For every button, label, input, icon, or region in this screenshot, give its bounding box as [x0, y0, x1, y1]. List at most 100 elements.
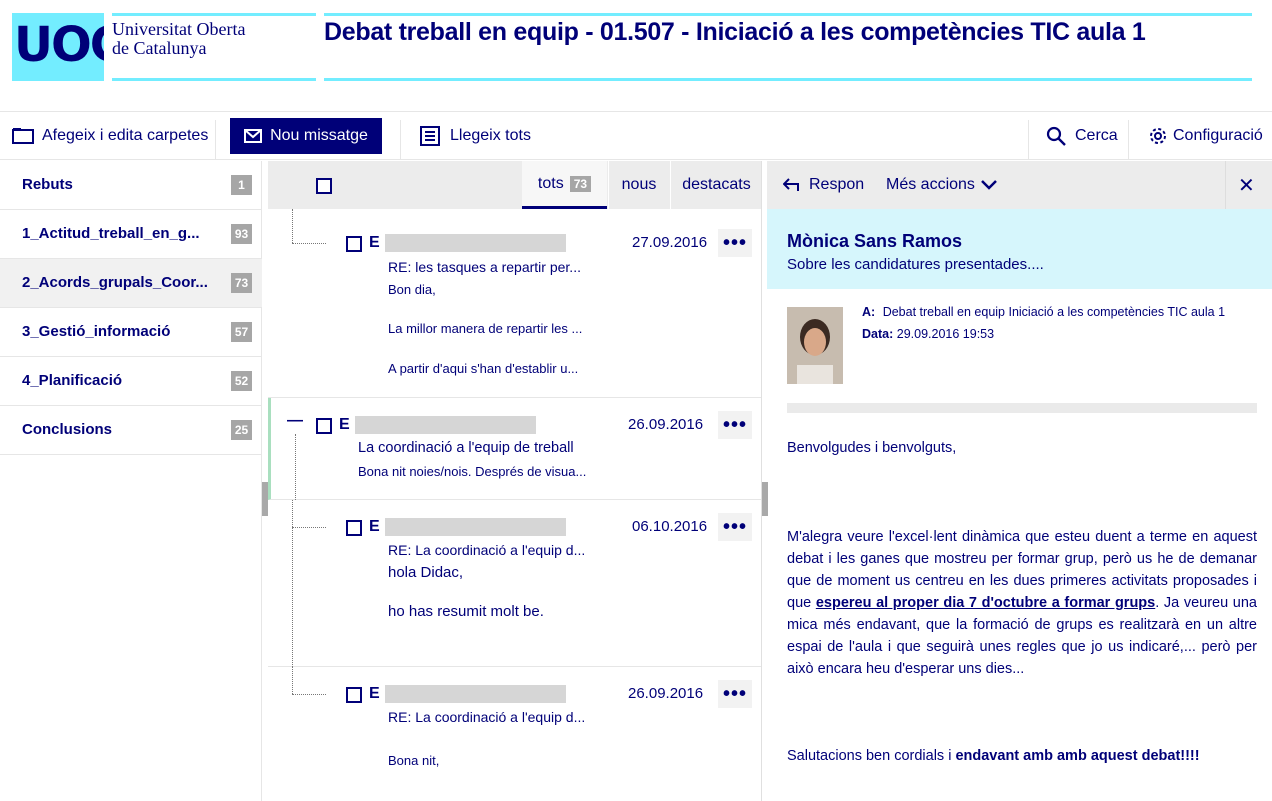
closing-bold-text: endavant amb amb aquest debat!!!! [955, 748, 1200, 764]
message-date: 27.09.2016 [632, 234, 708, 251]
settings-label: Configuració [1173, 127, 1263, 144]
message-item[interactable]: E 27.09.2016 ••• RE: les tasques a repar… [268, 209, 761, 398]
to-value: Debat treball en equip Iniciació a les c… [882, 305, 1226, 319]
message-date: 26.09.2016 [628, 685, 704, 702]
header-accent-line [324, 78, 1252, 81]
message-list-pane: tots 73 nous destacats E 27.09.2016 ••• … [268, 161, 762, 801]
message-more-button[interactable]: ••• [718, 411, 752, 439]
folder-item-rebuts[interactable]: Rebuts 1 [0, 161, 262, 210]
close-icon: ✕ [1238, 174, 1255, 197]
message-checkbox[interactable] [316, 418, 332, 434]
message-preview-line: Bona nit, [388, 753, 440, 768]
date-value: 29.09.2016 19:53 [896, 327, 995, 341]
university-name-line2: de Catalunya [112, 38, 207, 58]
university-name-line1: Universitat Oberta [112, 19, 246, 39]
toolbar-divider [400, 120, 401, 160]
message-subject: La coordinació a l'equip de treball [358, 440, 574, 456]
message-checkbox[interactable] [346, 520, 362, 536]
toolbar-divider [1128, 120, 1129, 160]
header-accent-line [324, 13, 1252, 16]
message-subject: RE: les tasques a repartir per... [388, 259, 581, 275]
reply-arrow-icon [783, 178, 799, 191]
close-button[interactable]: ✕ [1238, 161, 1255, 209]
folder-item-acords[interactable]: 2_Acords_grupals_Coor... 73 [0, 259, 262, 308]
sender-name-redacted [355, 416, 536, 434]
author-avatar [787, 307, 843, 384]
header-accent-line [112, 13, 316, 16]
collapse-thread-icon[interactable]: — [287, 412, 303, 430]
message-subject-title: Sobre les candidatures presentades.... [787, 256, 1044, 273]
tab-all-label: tots [537, 174, 564, 192]
read-all-label: Llegeix tots [450, 127, 531, 144]
sender-name-redacted [385, 518, 566, 536]
message-preview-line: ho has resumit molt be. [388, 603, 544, 620]
message-item[interactable]: E 26.09.2016 ••• RE: La coordinació a l'… [268, 667, 761, 801]
more-actions-dropdown[interactable]: Més accions [886, 161, 998, 209]
message-item[interactable]: E 06.10.2016 ••• RE: La coordinació a l'… [268, 500, 761, 667]
folder-item-actitud[interactable]: 1_Actitud_treball_en_g... 93 [0, 210, 262, 259]
page-title: Debat treball en equip - 01.507 - Inicia… [324, 18, 1146, 46]
body-highlight-link[interactable]: espereu al proper dia 7 d'octubre a form… [816, 595, 1155, 611]
select-all-checkbox[interactable] [316, 178, 332, 194]
more-dots-icon: ••• [722, 414, 747, 436]
chevron-down-icon [981, 180, 997, 190]
university-name: Universitat Oberta de Catalunya [112, 20, 245, 58]
thread-line [292, 694, 326, 695]
edit-folders-button[interactable]: Afegeix i edita carpetes [12, 112, 208, 160]
new-message-label: Nou missatge [270, 127, 368, 144]
folder-count-badge: 25 [231, 420, 252, 440]
folder-name: 1_Actitud_treball_en_g... [22, 225, 200, 242]
toolbar-divider [1028, 120, 1029, 160]
reply-label: Respon [809, 176, 865, 193]
message-checkbox[interactable] [346, 687, 362, 703]
message-preview-line: La millor manera de repartir les ... [388, 321, 583, 336]
tab-starred[interactable]: destacats [671, 161, 761, 209]
sender-initial: E [369, 685, 380, 702]
date-row: Data: 29.09.2016 19:53 [862, 327, 994, 341]
recipient-row: A: Debat treball en equip Iniciació a le… [862, 305, 1225, 319]
sender-name-redacted [385, 685, 566, 703]
message-more-button[interactable]: ••• [718, 680, 752, 708]
edit-folders-label: Afegeix i edita carpetes [42, 127, 209, 144]
tab-all-count: 73 [569, 175, 592, 192]
more-dots-icon: ••• [722, 516, 747, 538]
reply-button[interactable]: Respon [783, 161, 864, 209]
message-date: 26.09.2016 [628, 416, 704, 433]
message-preview-line: Bona nit noies/nois. Després de visua... [358, 464, 587, 479]
folder-item-planificacio[interactable]: 4_Planificació 52 [0, 357, 262, 406]
message-more-button[interactable]: ••• [718, 513, 752, 541]
message-reader-pane: Respon Més accions ✕ Mònica Sans Ramos S… [767, 161, 1272, 801]
folder-count-badge: 93 [231, 224, 252, 244]
author-name: Mònica Sans Ramos [787, 231, 963, 251]
message-list-header: tots 73 nous destacats [268, 161, 761, 209]
folder-icon [12, 128, 34, 144]
toolbar: Afegeix i edita carpetes Llegeix tots Ce… [0, 112, 1272, 160]
search-button[interactable]: Cerca [1046, 112, 1118, 160]
tab-new[interactable]: nous [609, 161, 669, 209]
search-icon [1046, 126, 1066, 146]
thread-line [292, 667, 293, 694]
more-dots-icon: ••• [722, 683, 747, 705]
message-body: M'alegra veure l'excel·lent dinàmica que… [787, 526, 1257, 680]
tab-all[interactable]: tots 73 [522, 161, 607, 209]
folder-item-gestio[interactable]: 3_Gestió_informació 57 [0, 308, 262, 357]
folder-item-conclusions[interactable]: Conclusions 25 [0, 406, 262, 455]
message-item-thread-root[interactable]: — E 26.09.2016 ••• La coordinació a l'eq… [268, 398, 761, 500]
folder-sidebar: Rebuts 1 1_Actitud_treball_en_g... 93 2_… [0, 161, 262, 801]
avatar-photo [787, 307, 843, 384]
sender-initial: E [339, 416, 350, 433]
new-message-button[interactable]: Nou missatge [230, 118, 382, 154]
folder-name: Rebuts [22, 176, 73, 193]
gear-icon [1150, 128, 1166, 144]
document-lines-icon [420, 126, 440, 146]
message-checkbox[interactable] [346, 236, 362, 252]
read-all-button[interactable]: Llegeix tots [420, 112, 531, 160]
to-label: A: [862, 305, 876, 319]
message-more-button[interactable]: ••• [718, 229, 752, 257]
logo-text: UOC [14, 17, 104, 73]
folder-name: 3_Gestió_informació [22, 323, 171, 340]
closing-text: Salutacions ben cordials i [787, 748, 956, 764]
settings-button[interactable]: Configuració [1148, 112, 1263, 160]
sender-name-redacted [385, 234, 566, 252]
uoc-logo[interactable]: UOC [12, 13, 104, 81]
